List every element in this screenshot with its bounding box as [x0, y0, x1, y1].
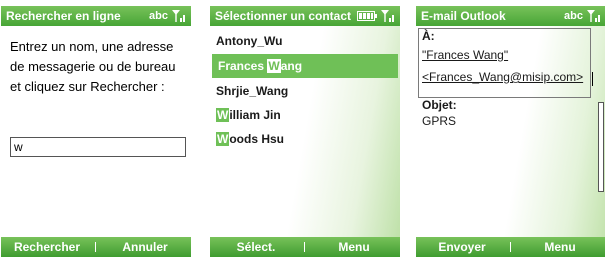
- search-instructions: Entrez un nom, une adresse de messagerie…: [10, 39, 176, 94]
- select-contact-screen: Sélectionner un contact Antony_Wu France…: [210, 6, 400, 257]
- contact-item[interactable]: Antony_Wu: [210, 29, 400, 53]
- contact-item[interactable]: William Jin: [210, 103, 400, 127]
- search-input[interactable]: w: [10, 137, 186, 157]
- title-bar: Rechercher en ligne abc: [1, 6, 191, 26]
- status-icons: abc: [564, 6, 602, 26]
- cancel-softkey[interactable]: Annuler: [99, 237, 191, 257]
- softkey-bar: Rechercher Annuler: [1, 237, 191, 257]
- status-icons: abc: [149, 6, 187, 26]
- title-bar: E-mail Outlook abc: [416, 6, 605, 26]
- scrollbar[interactable]: [598, 102, 604, 192]
- contact-name: Shrjie_Wang: [216, 84, 289, 98]
- contact-item[interactable]: Woods Hsu: [210, 127, 400, 151]
- search-online-screen: Rechercher en ligne abc Entrez un nom, u…: [1, 6, 191, 257]
- search-match-highlight: W: [216, 132, 230, 146]
- screen-title: Rechercher en ligne: [6, 9, 121, 23]
- subject-label: Objet:: [422, 98, 457, 112]
- contact-name-part: ang: [280, 59, 303, 73]
- contact-item[interactable]: Shrjie_Wang: [210, 79, 400, 103]
- to-label: À:: [422, 29, 435, 43]
- contact-name: Antony_Wu: [216, 34, 283, 48]
- screen-title: Sélectionner un contact: [215, 9, 352, 23]
- search-match-highlight: W: [267, 59, 281, 73]
- contact-name-part: oods Hsu: [229, 132, 284, 146]
- to-field[interactable]: [418, 28, 591, 98]
- search-match-highlight: W: [216, 108, 230, 122]
- contact-name-part: Frances: [218, 59, 268, 73]
- send-softkey[interactable]: Envoyer: [416, 237, 508, 257]
- contact-item-selected[interactable]: Frances Wang: [212, 54, 398, 78]
- signal-icon: [172, 10, 185, 22]
- recipient-name[interactable]: "Frances Wang": [422, 48, 508, 62]
- battery-icon: [357, 11, 377, 21]
- status-icons: [357, 6, 396, 26]
- signal-icon: [587, 10, 600, 22]
- search-softkey[interactable]: Rechercher: [1, 237, 93, 257]
- signal-icon: [381, 10, 394, 22]
- outlook-email-screen: E-mail Outlook abc À: "Frances Wang" <Fr…: [416, 6, 605, 257]
- title-bar: Sélectionner un contact: [210, 6, 400, 26]
- text-cursor: [592, 72, 593, 86]
- softkey-divider: [510, 242, 511, 252]
- softkey-bar: Sélect. Menu: [210, 237, 400, 257]
- recipient-address[interactable]: <Frances_Wang@misip.com>: [422, 70, 583, 84]
- input-mode-indicator: abc: [149, 10, 168, 22]
- contact-name-part: illiam Jin: [229, 108, 281, 122]
- softkey-bar: Envoyer Menu: [416, 237, 605, 257]
- input-mode-indicator: abc: [564, 10, 583, 22]
- menu-softkey[interactable]: Menu: [308, 237, 400, 257]
- menu-softkey[interactable]: Menu: [514, 237, 605, 257]
- softkey-divider: [304, 242, 305, 252]
- subject-field[interactable]: GPRS: [422, 114, 456, 128]
- screen-title: E-mail Outlook: [421, 9, 506, 23]
- softkey-divider: [95, 242, 96, 252]
- select-softkey[interactable]: Sélect.: [210, 237, 302, 257]
